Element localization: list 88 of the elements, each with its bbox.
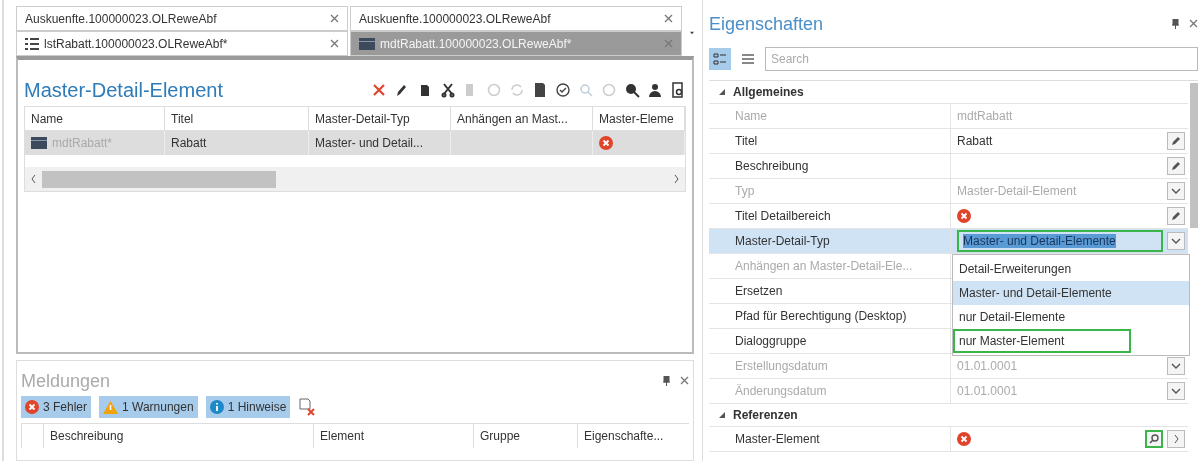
chevron-icon bbox=[1171, 388, 1181, 394]
property-label: Erstellungsdatum bbox=[709, 354, 951, 378]
preview-icon[interactable] bbox=[670, 82, 686, 98]
close-icon[interactable] bbox=[680, 376, 689, 385]
value-field[interactable]: Master- und Detail-Elemente bbox=[957, 230, 1163, 252]
lookup-button[interactable] bbox=[1145, 430, 1163, 448]
pencil-icon bbox=[1171, 161, 1181, 171]
dropdown-option[interactable]: Master- und Detail-Elemente bbox=[953, 281, 1189, 305]
property-label: Master-Detail-Typ bbox=[709, 229, 951, 253]
close-icon[interactable] bbox=[664, 14, 673, 23]
more-button[interactable] bbox=[1167, 430, 1185, 448]
document-icon[interactable] bbox=[532, 82, 548, 98]
close-icon[interactable] bbox=[330, 14, 339, 23]
property-label: Titel bbox=[709, 129, 951, 153]
property-value: Master-Detail-Element bbox=[957, 184, 1078, 198]
collapse-icon[interactable] bbox=[719, 89, 725, 95]
collapse-icon[interactable] bbox=[719, 412, 725, 418]
property-row[interactable]: Titel Detailbereich bbox=[709, 204, 1188, 229]
document-tab[interactable]: Auskuenfte.100000023.OLReweAbf bbox=[350, 6, 682, 31]
filter-button[interactable]: 3 Fehler bbox=[21, 396, 92, 418]
pencil-icon bbox=[1171, 136, 1181, 146]
list-icon bbox=[25, 37, 39, 50]
property-value: 01.01.0001 bbox=[957, 359, 1019, 373]
table-cell: Rabatt bbox=[165, 131, 309, 155]
delete-icon[interactable] bbox=[371, 82, 387, 98]
categories-icon bbox=[713, 52, 727, 66]
info-icon bbox=[209, 400, 224, 414]
element-icon bbox=[31, 137, 47, 149]
property-label: Titel Detailbereich bbox=[709, 204, 951, 228]
property-label: Name bbox=[709, 104, 951, 128]
property-value: Rabatt bbox=[957, 134, 994, 148]
section-title: Allgemeines bbox=[733, 85, 804, 99]
scroll-right-icon[interactable] bbox=[1173, 435, 1179, 443]
property-label: Dialoggruppe bbox=[709, 329, 951, 353]
close-icon[interactable] bbox=[1189, 19, 1198, 28]
dropdown-button[interactable] bbox=[1167, 232, 1185, 250]
list-icon bbox=[742, 53, 754, 65]
horizontal-scrollbar[interactable] bbox=[25, 167, 685, 191]
filter-button[interactable]: 1 Hinweise bbox=[205, 396, 291, 418]
search-icon bbox=[1149, 434, 1159, 444]
document-tab[interactable]: Auskuenfte.100000023.OLReweAbf bbox=[16, 6, 348, 31]
scroll-left-icon[interactable] bbox=[31, 175, 36, 183]
dropdown-option[interactable]: nur Master-Element bbox=[953, 329, 1131, 353]
column-header[interactable]: Eigenschafte... bbox=[577, 424, 689, 448]
edit-button[interactable] bbox=[1167, 132, 1185, 150]
table-cell: Master- und Detail... bbox=[309, 131, 451, 155]
close-icon[interactable] bbox=[330, 39, 339, 48]
property-label: Anhängen an Master-Detail-Ele... bbox=[709, 254, 951, 278]
pin-icon[interactable] bbox=[663, 376, 670, 386]
error-icon bbox=[25, 400, 39, 414]
property-label: Ersetzen bbox=[709, 279, 951, 303]
vertical-scrollbar[interactable] bbox=[1190, 83, 1198, 228]
chevron-icon bbox=[1171, 188, 1181, 194]
clear-icon[interactable] bbox=[298, 398, 317, 416]
section-title: Referenzen bbox=[733, 408, 798, 422]
property-label: Änderungsdatum bbox=[709, 379, 951, 403]
pane-title: Meldungen bbox=[21, 370, 111, 392]
column-header[interactable]: Element bbox=[313, 424, 473, 448]
document-tab[interactable]: lstRabatt.100000023.OLReweAbf* bbox=[16, 31, 348, 56]
pin-icon[interactable] bbox=[1172, 19, 1179, 29]
property-value: 01.01.0001 bbox=[957, 384, 1019, 398]
column-header[interactable]: Beschreibung bbox=[43, 424, 313, 448]
column-header[interactable]: Gruppe bbox=[473, 424, 577, 448]
scroll-right-icon[interactable] bbox=[674, 175, 679, 183]
check-icon[interactable] bbox=[555, 82, 571, 98]
document-title: Master-Detail-Element bbox=[24, 78, 223, 102]
property-label: Typ bbox=[709, 179, 951, 203]
edit-button[interactable] bbox=[1167, 207, 1185, 225]
property-label: Beschreibung bbox=[709, 154, 951, 178]
edit-button[interactable] bbox=[1167, 157, 1185, 175]
property-row[interactable]: Beschreibung bbox=[709, 154, 1188, 179]
property-row[interactable]: Master-Element bbox=[709, 427, 1188, 452]
pencil-icon bbox=[1171, 211, 1181, 221]
property-label: Pfad für Berechtigung (Desktop) bbox=[709, 304, 951, 328]
scissors-icon[interactable] bbox=[440, 82, 456, 98]
property-label: Master-Element bbox=[709, 427, 951, 451]
property-value: mdtRabatt bbox=[957, 109, 1014, 123]
element-icon bbox=[359, 37, 375, 50]
property-row[interactable]: Titel Rabatt bbox=[709, 129, 1188, 154]
error-icon bbox=[599, 136, 613, 150]
chevron-icon bbox=[1171, 238, 1181, 244]
dropdown-icon[interactable] bbox=[690, 30, 694, 36]
search-field[interactable]: Search bbox=[765, 47, 1198, 71]
user-icon[interactable] bbox=[647, 82, 663, 98]
filter-button[interactable]: 1 Warnungen bbox=[99, 396, 198, 418]
chevron-icon bbox=[1171, 363, 1181, 369]
pane-title: Eigenschaften bbox=[709, 13, 824, 35]
warning-icon bbox=[103, 400, 119, 414]
